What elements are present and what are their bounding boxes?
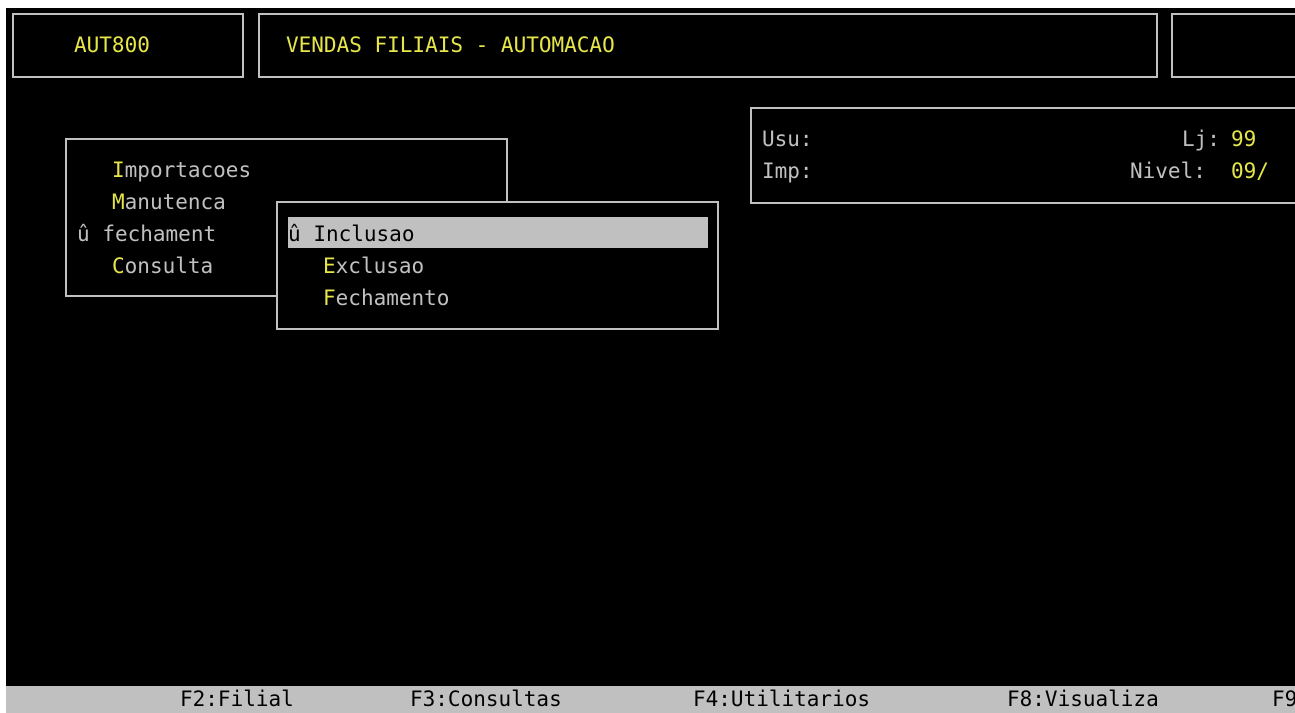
menu-item-manutenca[interactable]: Manutenca: [112, 186, 226, 218]
page-title: VENDAS FILIAIS - AUTOMACAO: [286, 33, 615, 57]
submenu-item-fechamento[interactable]: Fechamento: [323, 282, 449, 314]
menu-item-label: fechament: [102, 222, 217, 246]
submenu-item-label: Inclusao: [313, 222, 415, 246]
lj-value: 99: [1231, 127, 1257, 151]
hotkey-letter: I: [112, 158, 125, 182]
submenu-item-inclusao[interactable]: û Inclusao: [288, 218, 414, 250]
program-code: AUT800: [74, 33, 150, 57]
hotkey-letter: F: [323, 286, 336, 310]
header-right-box: [1171, 13, 1295, 78]
submenu-item-label: echamento: [335, 286, 450, 310]
checkmark-icon: û: [77, 222, 90, 246]
nivel-value: 09/: [1231, 159, 1269, 183]
menu-item-fechamento[interactable]: û fechament: [77, 218, 216, 250]
fkey-f4[interactable]: F4:Utilitarios: [693, 684, 870, 713]
imp-label: Imp:: [762, 159, 813, 183]
fkey-f3[interactable]: F3:Consultas: [410, 684, 562, 713]
function-key-bar: F2:Filial F3:Consultas F4:Utilitarios F8…: [6, 686, 1295, 713]
nivel-label: Nivel:: [1130, 159, 1206, 183]
hotkey-letter: M: [112, 190, 125, 214]
lj-label: Lj:: [1182, 127, 1220, 151]
menu-item-importacoes[interactable]: Importacoes: [112, 154, 251, 186]
hotkey-letter: E: [323, 254, 336, 278]
menu-item-label: mportacoes: [124, 158, 252, 182]
usu-label: Usu:: [762, 127, 813, 151]
hotkey-letter: C: [112, 254, 125, 278]
terminal-screen: AUT800 VENDAS FILIAIS - AUTOMACAO Usu: I…: [6, 8, 1295, 713]
fkey-f8[interactable]: F8:Visualiza: [1007, 684, 1159, 713]
menu-item-consulta[interactable]: Consulta: [112, 250, 213, 282]
menu-item-label: onsulta: [124, 254, 214, 278]
fkey-f2[interactable]: F2:Filial: [180, 684, 294, 713]
menu-item-label: anutenca: [124, 190, 226, 214]
fkey-f9[interactable]: F9: [1272, 684, 1295, 713]
checkmark-icon: û: [288, 222, 301, 246]
title-box: VENDAS FILIAIS - AUTOMACAO: [258, 13, 1158, 78]
submenu-item-exclusao[interactable]: Exclusao: [323, 250, 424, 282]
program-code-box: AUT800: [12, 13, 244, 78]
submenu-item-label: xclusao: [335, 254, 425, 278]
info-panel: Usu: Imp: Lj: 99 Nivel: 09/: [750, 107, 1295, 204]
